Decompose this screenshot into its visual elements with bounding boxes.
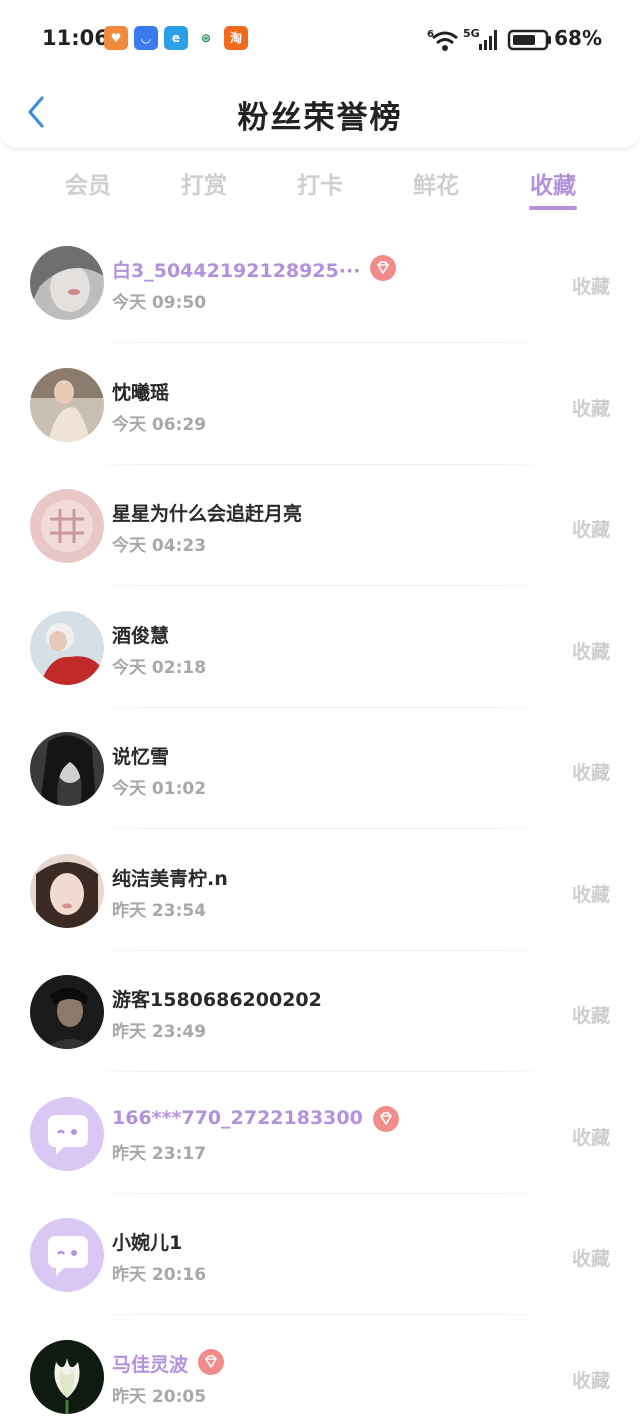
page-title: 粉丝荣誉榜: [237, 100, 403, 136]
fan-list-item[interactable]: 说忆雪今天 01:02 收藏: [0, 708, 640, 829]
vip-diamond-icon: [370, 255, 397, 281]
wifi-label: 6: [427, 29, 434, 40]
honor-store-icon: ◡: [134, 26, 158, 50]
fan-time: 昨天 23:54: [112, 901, 207, 921]
fan-list-item[interactable]: 酒俊慧今天 02:18 收藏: [0, 587, 640, 708]
tab-label: 打赏: [181, 173, 227, 199]
e-app-icon: e: [164, 26, 188, 50]
fan-time: 昨天 20:16: [112, 1265, 207, 1285]
heart-app-icon: ♥: [104, 26, 128, 50]
fan-name[interactable]: 酒俊慧: [112, 621, 169, 648]
vip-diamond-icon: [372, 1106, 399, 1132]
fan-list-item[interactable]: 166***770_2722183300 昨天 23:17 收藏: [0, 1073, 640, 1194]
fan-name[interactable]: 纯洁美青柠.n: [112, 864, 228, 891]
row-divider: [80, 1071, 560, 1072]
tab-tip[interactable]: 打赏: [154, 166, 254, 200]
vip-diamond-icon: [198, 1349, 225, 1375]
row-divider: [80, 342, 560, 343]
nav-bar: 粉丝荣誉榜: [0, 78, 640, 148]
fan-name[interactable]: 166***770_2722183300: [112, 1107, 363, 1129]
action-label: 收藏: [571, 519, 610, 541]
tab-label: 打卡: [297, 173, 343, 199]
tab-label: 鲜花: [413, 173, 459, 199]
fan-name[interactable]: 马佳灵波: [112, 1350, 188, 1377]
fan-time: 今天 06:29: [112, 415, 207, 435]
fan-time: 今天 04:23: [112, 536, 207, 556]
fan-name[interactable]: 小婉儿1: [112, 1228, 182, 1255]
action-label: 收藏: [571, 762, 610, 784]
action-label: 收藏: [571, 1127, 610, 1149]
action-label: 收藏: [571, 398, 610, 420]
fan-list-item[interactable]: 小婉儿1 昨天 20:16 收藏: [0, 1194, 640, 1315]
fan-name[interactable]: 忱曦瑶: [112, 378, 169, 405]
tab-label: 收藏: [530, 173, 576, 199]
avatar[interactable]: [30, 1218, 104, 1292]
fan-list-item[interactable]: 马佳灵波昨天 20:05 收藏: [0, 1316, 640, 1421]
tab-label: 会员: [65, 173, 111, 199]
fan-name[interactable]: 游客1580686200202: [112, 985, 322, 1012]
status-indicators: 6 5G 68%: [427, 26, 602, 54]
tab-member[interactable]: 会员: [38, 166, 138, 200]
fan-list-item[interactable]: 纯洁美青柠.n 昨天 23:54 收藏: [0, 830, 640, 951]
fan-time: 昨天 23:49: [112, 1022, 207, 1042]
action-label: 收藏: [571, 1005, 610, 1027]
status-time: 11:06: [42, 26, 109, 50]
header: 11:06 ♥ ◡ e ⊛ 淘 6 5G 68% 粉丝荣誉榜: [0, 0, 640, 148]
avatar[interactable]: [30, 732, 104, 806]
signal-icon: 5G: [463, 27, 497, 50]
battery-percent: 68%: [554, 26, 602, 50]
avatar[interactable]: [30, 611, 104, 685]
action-label: 收藏: [571, 1370, 610, 1392]
fan-name[interactable]: 说忆雪: [112, 742, 169, 769]
fan-name[interactable]: 白3_50442192128925···: [112, 256, 360, 283]
fan-time: 今天 09:50: [112, 293, 207, 313]
action-label: 收藏: [571, 1248, 610, 1270]
tab-flower[interactable]: 鲜花: [386, 166, 486, 200]
taobao-icon: 淘: [224, 26, 248, 50]
row-divider: [80, 828, 560, 829]
avatar[interactable]: [30, 246, 104, 320]
avatar[interactable]: [30, 1340, 104, 1414]
wifi-icon: 6: [427, 29, 458, 51]
network-label: 5G: [463, 27, 480, 40]
fan-list-item[interactable]: 忱曦瑶今天 06:29 收藏: [0, 344, 640, 465]
fan-time: 昨天 20:05: [112, 1387, 207, 1407]
fan-list-item[interactable]: 星星为什么会追赶月亮今天 04:23 收藏: [0, 465, 640, 586]
status-bar: 11:06 ♥ ◡ e ⊛ 淘 6 5G 68%: [0, 20, 640, 60]
action-label: 收藏: [571, 641, 610, 663]
avatar[interactable]: [30, 975, 104, 1049]
fan-time: 今天 02:18: [112, 658, 207, 678]
fan-time: 昨天 23:17: [112, 1144, 207, 1164]
battery-icon: [507, 29, 551, 51]
row-divider: [80, 585, 560, 586]
tab-favorite[interactable]: 收藏: [503, 166, 603, 210]
action-label: 收藏: [571, 276, 610, 298]
china-mobile-icon: ⊛: [194, 26, 218, 50]
fan-list-item[interactable]: 白3_50442192128925··· 今天 09:50 收藏: [0, 222, 640, 343]
row-divider: [80, 1314, 560, 1315]
fan-name[interactable]: 星星为什么会追赶月亮: [112, 499, 302, 526]
fan-list-item[interactable]: 游客1580686200202 昨天 23:49 收藏: [0, 951, 640, 1072]
tab-bar: 会员 打赏 打卡 鲜花 收藏: [0, 160, 640, 216]
active-tab-indicator: [529, 206, 577, 210]
fan-time: 今天 01:02: [112, 779, 207, 799]
tab-checkin[interactable]: 打卡: [270, 166, 370, 200]
avatar[interactable]: [30, 368, 104, 442]
avatar[interactable]: [30, 1097, 104, 1171]
action-label: 收藏: [571, 884, 610, 906]
avatar[interactable]: [30, 489, 104, 563]
avatar[interactable]: [30, 854, 104, 928]
